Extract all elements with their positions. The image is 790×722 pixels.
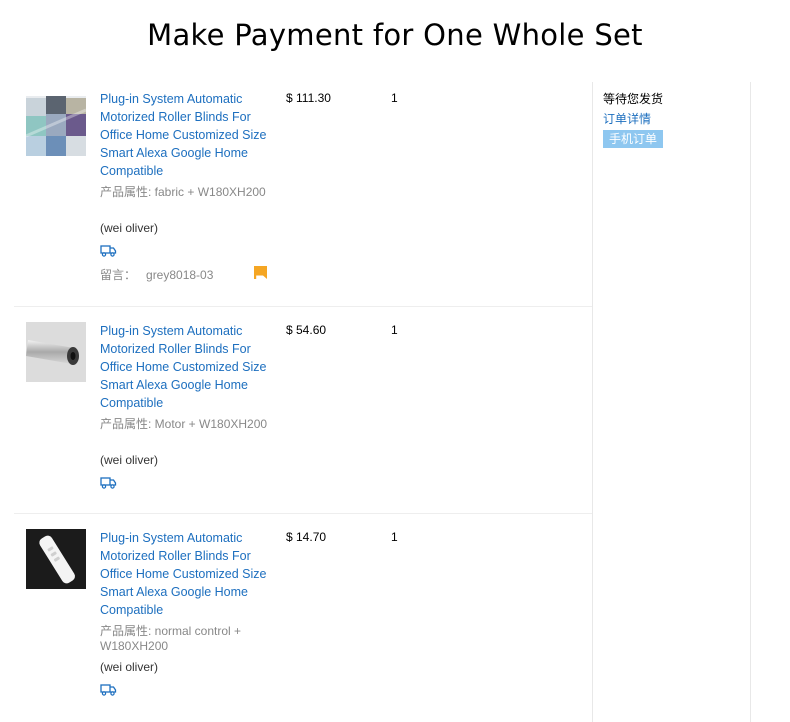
order-panel: Plug-in System Automatic Motorized Rolle… bbox=[14, 82, 751, 722]
item-quantity: 1 bbox=[391, 323, 398, 337]
page-heading: Make Payment for One Whole Set bbox=[147, 18, 643, 52]
item-price: $ 54.60 bbox=[286, 323, 327, 337]
memo-label: 留言： bbox=[100, 268, 137, 282]
buyer-name: (wei oliver) bbox=[100, 453, 159, 467]
buyer-memo: 留言： grey8018-03 bbox=[100, 266, 213, 283]
product-attributes: 产品属性: Motor + W180XH200 bbox=[100, 417, 268, 431]
order-item-row: Plug-in System Automatic Motorized Rolle… bbox=[14, 82, 592, 307]
item-quantity: 1 bbox=[391, 530, 398, 544]
item-quantity: 1 bbox=[391, 91, 398, 105]
buyer-name: (wei oliver) bbox=[100, 660, 159, 674]
order-status-column: 等待您发货 订单详情 手机订单 bbox=[592, 82, 751, 722]
order-detail-link[interactable]: 订单详情 bbox=[603, 110, 651, 127]
mobile-order-badge: 手机订单 bbox=[603, 130, 664, 148]
shipping-truck-icon[interactable] bbox=[100, 476, 117, 489]
memo-value: grey8018-03 bbox=[146, 268, 214, 282]
flag-icon[interactable] bbox=[254, 266, 268, 279]
order-item-row: Plug-in System Automatic Motorized Rolle… bbox=[14, 306, 592, 514]
product-attributes: 产品属性: normal control + W180XH200 bbox=[100, 624, 242, 653]
fabric-swatches-thumbnail[interactable] bbox=[26, 96, 86, 156]
item-price: $ 14.70 bbox=[286, 530, 327, 544]
remote-control-thumbnail[interactable] bbox=[26, 529, 86, 589]
order-item-row: Plug-in System Automatic Motorized Rolle… bbox=[14, 513, 592, 722]
shipping-truck-icon[interactable] bbox=[100, 244, 117, 257]
product-title-link[interactable]: Plug-in System Automatic Motorized Rolle… bbox=[100, 90, 278, 180]
item-price: $ 111.30 bbox=[286, 91, 331, 105]
product-title-link[interactable]: Plug-in System Automatic Motorized Rolle… bbox=[100, 529, 278, 619]
tubular-motor-thumbnail[interactable] bbox=[26, 322, 86, 382]
product-attributes: 产品属性: fabric + W180XH200 bbox=[100, 185, 266, 199]
buyer-name: (wei oliver) bbox=[100, 221, 159, 235]
order-status-text: 等待您发货 bbox=[603, 92, 664, 106]
shipping-truck-icon[interactable] bbox=[100, 683, 117, 696]
product-title-link[interactable]: Plug-in System Automatic Motorized Rolle… bbox=[100, 322, 278, 412]
